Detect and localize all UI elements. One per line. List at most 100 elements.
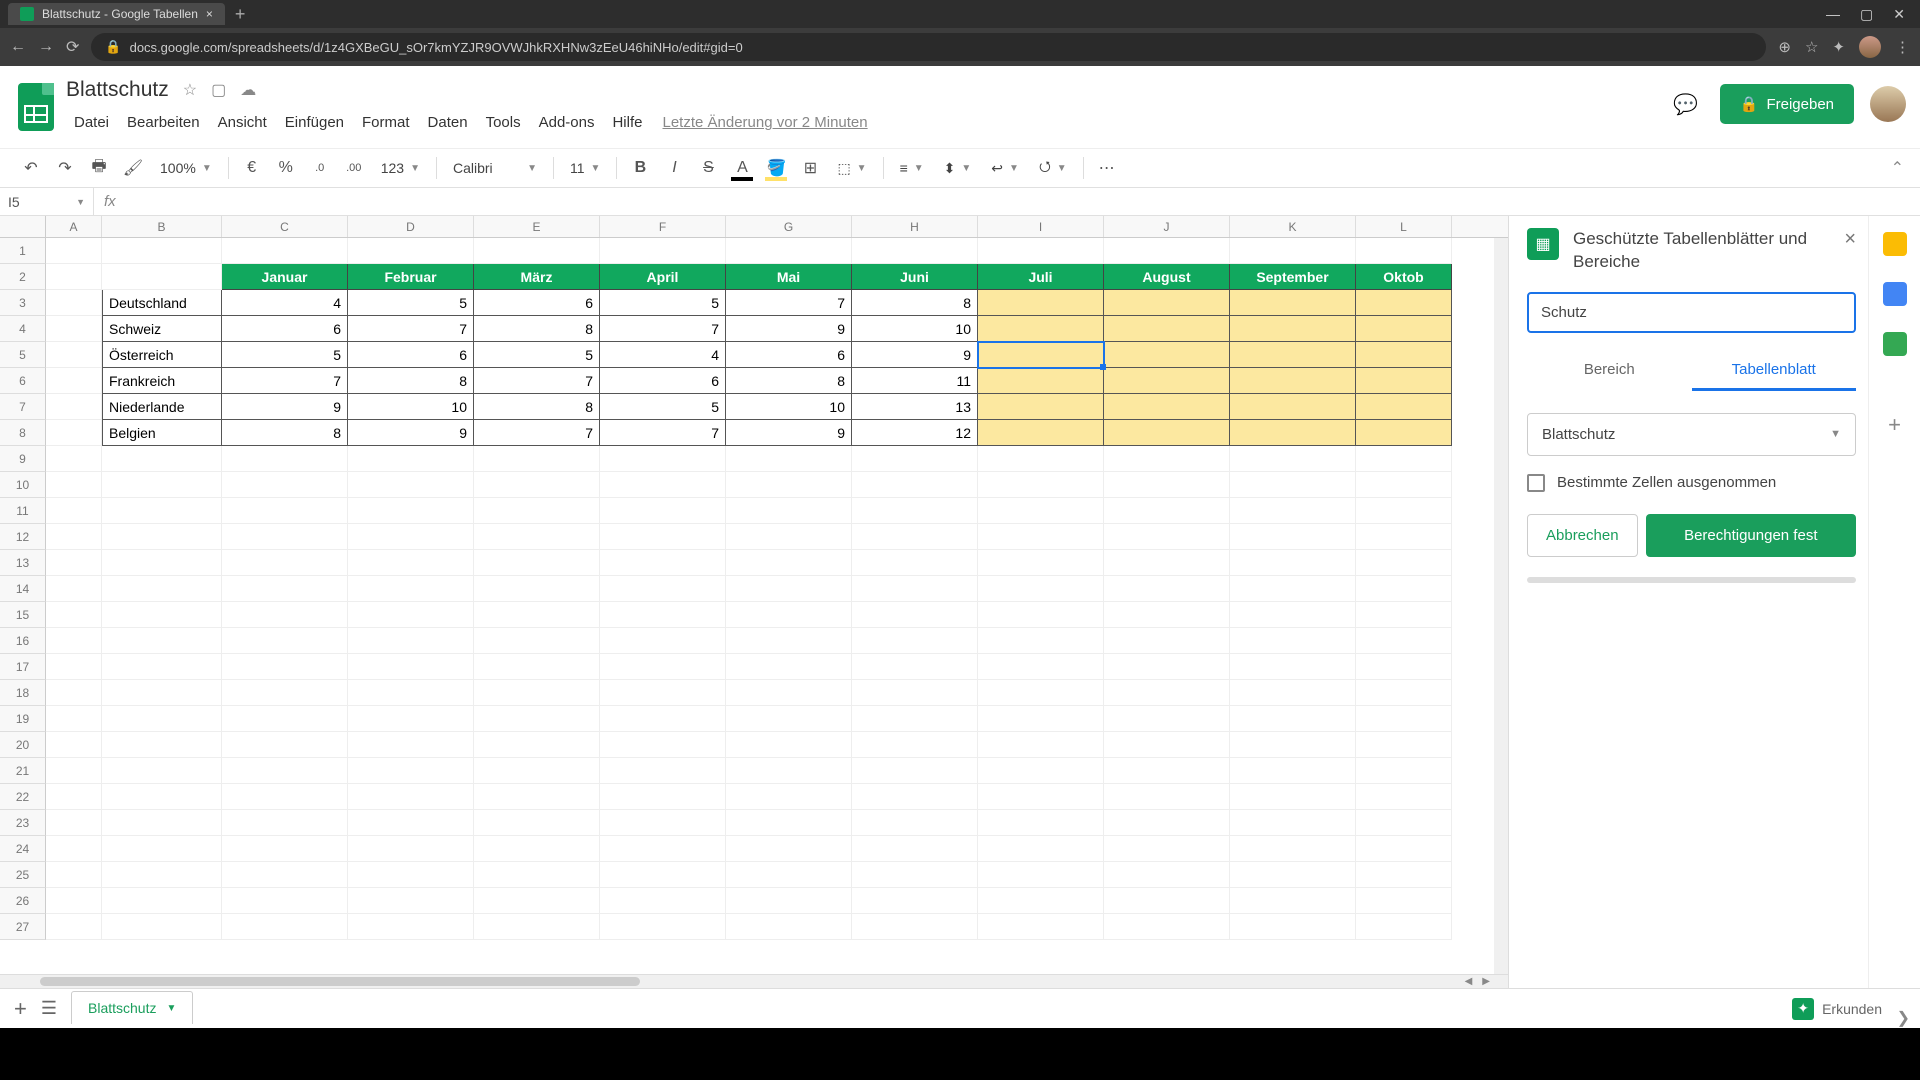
cell[interactable] xyxy=(1230,784,1356,810)
row-header[interactable]: 12 xyxy=(0,524,46,550)
cell[interactable] xyxy=(978,498,1104,524)
cell[interactable] xyxy=(1104,316,1230,342)
cell[interactable] xyxy=(978,784,1104,810)
cell[interactable] xyxy=(348,550,474,576)
row-header[interactable]: 23 xyxy=(0,810,46,836)
cell[interactable] xyxy=(852,446,978,472)
cell[interactable] xyxy=(978,238,1104,264)
cell[interactable]: 9 xyxy=(348,420,474,446)
chrome-menu-icon[interactable]: ⋮ xyxy=(1895,38,1910,56)
cell[interactable] xyxy=(1104,524,1230,550)
cell[interactable] xyxy=(1230,420,1356,446)
cell[interactable] xyxy=(102,524,222,550)
cell[interactable] xyxy=(102,576,222,602)
cell[interactable] xyxy=(726,550,852,576)
cell[interactable] xyxy=(102,862,222,888)
cell[interactable] xyxy=(1356,290,1452,316)
cell[interactable] xyxy=(46,472,102,498)
cell[interactable] xyxy=(1356,472,1452,498)
document-title[interactable]: Blattschutz xyxy=(66,78,169,102)
all-sheets-menu-icon[interactable]: ☰ xyxy=(41,998,57,1019)
cell[interactable]: 8 xyxy=(474,394,600,420)
cell[interactable] xyxy=(102,446,222,472)
cell[interactable] xyxy=(222,628,348,654)
cell[interactable] xyxy=(726,758,852,784)
spreadsheet-grid[interactable]: ABCDEFGHIJKL 12JanuarFebruarMärzAprilMai… xyxy=(0,216,1508,988)
cell[interactable] xyxy=(46,706,102,732)
row-header[interactable]: 25 xyxy=(0,862,46,888)
cell[interactable] xyxy=(726,628,852,654)
cell[interactable] xyxy=(726,784,852,810)
cell[interactable] xyxy=(726,810,852,836)
cell[interactable] xyxy=(1104,810,1230,836)
cell[interactable] xyxy=(726,472,852,498)
cell[interactable] xyxy=(102,472,222,498)
cell[interactable] xyxy=(600,784,726,810)
cell[interactable] xyxy=(1104,368,1230,394)
cell[interactable] xyxy=(852,836,978,862)
sheet-tab-active[interactable]: Blattschutz ▼ xyxy=(71,991,193,1024)
cell[interactable] xyxy=(600,498,726,524)
cell[interactable] xyxy=(1104,550,1230,576)
cell[interactable] xyxy=(102,264,222,290)
cloud-status-icon[interactable]: ☁ xyxy=(240,80,256,100)
column-header[interactable]: H xyxy=(852,216,978,237)
menu-help[interactable]: Hilfe xyxy=(604,112,650,133)
cell[interactable] xyxy=(1230,342,1356,368)
decrease-decimal-button[interactable]: .0 xyxy=(305,153,335,183)
cell[interactable] xyxy=(726,654,852,680)
cell[interactable] xyxy=(102,628,222,654)
profile-avatar-icon[interactable] xyxy=(1859,36,1881,58)
cell[interactable]: September xyxy=(1230,264,1356,290)
cell[interactable] xyxy=(46,784,102,810)
cell[interactable] xyxy=(726,446,852,472)
cell[interactable] xyxy=(1356,576,1452,602)
cell[interactable] xyxy=(348,888,474,914)
cell[interactable]: 6 xyxy=(348,342,474,368)
cell[interactable] xyxy=(222,498,348,524)
cell[interactable] xyxy=(600,680,726,706)
cell[interactable] xyxy=(1356,628,1452,654)
cell[interactable] xyxy=(222,238,348,264)
cell[interactable] xyxy=(726,238,852,264)
cell[interactable]: 7 xyxy=(474,368,600,394)
cell[interactable] xyxy=(978,446,1104,472)
row-header[interactable]: 10 xyxy=(0,472,46,498)
cell[interactable] xyxy=(222,732,348,758)
cell[interactable]: 8 xyxy=(726,368,852,394)
add-sheet-button[interactable]: + xyxy=(14,996,27,1022)
cell[interactable] xyxy=(726,576,852,602)
cell[interactable]: Juni xyxy=(852,264,978,290)
wrap-dropdown[interactable]: ↩▼ xyxy=(983,160,1027,177)
cell[interactable] xyxy=(1104,784,1230,810)
cell[interactable] xyxy=(222,550,348,576)
cell[interactable] xyxy=(1104,628,1230,654)
cell[interactable]: 11 xyxy=(852,368,978,394)
cell[interactable] xyxy=(600,472,726,498)
cell[interactable] xyxy=(600,238,726,264)
cell[interactable] xyxy=(600,576,726,602)
paint-format-icon[interactable]: 🖌 xyxy=(118,153,148,183)
strike-button[interactable]: S xyxy=(693,153,723,183)
cell[interactable] xyxy=(978,914,1104,940)
cell[interactable]: 5 xyxy=(348,290,474,316)
zoom-icon[interactable]: ⊕ xyxy=(1778,38,1791,56)
rotate-dropdown[interactable]: ⭯▼ xyxy=(1031,156,1075,180)
halign-dropdown[interactable]: ≡▼ xyxy=(892,160,932,176)
print-icon[interactable]: 🖶 xyxy=(84,153,114,183)
cell[interactable] xyxy=(102,784,222,810)
cell[interactable] xyxy=(1104,602,1230,628)
cell[interactable] xyxy=(46,420,102,446)
cell[interactable] xyxy=(978,316,1104,342)
cell[interactable] xyxy=(222,472,348,498)
row-header[interactable]: 17 xyxy=(0,654,46,680)
cell[interactable] xyxy=(852,810,978,836)
cell[interactable]: 10 xyxy=(726,394,852,420)
cell[interactable] xyxy=(978,888,1104,914)
vertical-scrollbar[interactable] xyxy=(1494,238,1508,974)
cell[interactable] xyxy=(222,680,348,706)
menu-insert[interactable]: Einfügen xyxy=(277,112,352,133)
cell[interactable] xyxy=(726,706,852,732)
cell[interactable] xyxy=(348,810,474,836)
cell[interactable] xyxy=(474,758,600,784)
